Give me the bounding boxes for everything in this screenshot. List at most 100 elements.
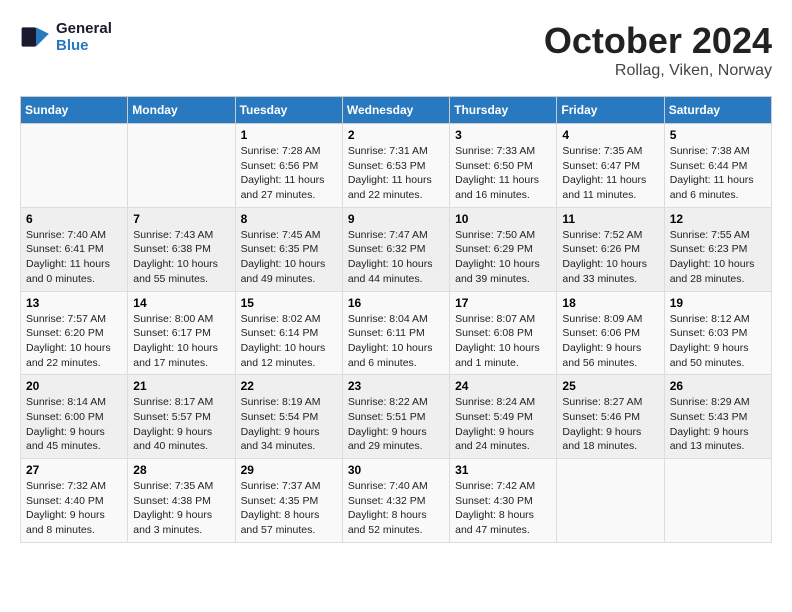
- day-info: Sunrise: 7:40 AM Sunset: 6:41 PM Dayligh…: [26, 228, 122, 287]
- day-info: Sunrise: 7:32 AM Sunset: 4:40 PM Dayligh…: [26, 479, 122, 538]
- day-info: Sunrise: 8:09 AM Sunset: 6:06 PM Dayligh…: [562, 312, 658, 371]
- day-info: Sunrise: 8:02 AM Sunset: 6:14 PM Dayligh…: [241, 312, 337, 371]
- calendar-cell: [128, 124, 235, 208]
- page-header: General Blue October 2024 Rollag, Viken,…: [20, 20, 772, 80]
- week-row-2: 6 Sunrise: 7:40 AM Sunset: 6:41 PM Daylig…: [21, 207, 772, 291]
- calendar-cell: [21, 124, 128, 208]
- calendar-table: SundayMondayTuesdayWednesdayThursdayFrid…: [20, 96, 772, 543]
- week-row-3: 13 Sunrise: 7:57 AM Sunset: 6:20 PM Dayli…: [21, 291, 772, 375]
- day-info: Sunrise: 7:42 AM Sunset: 4:30 PM Dayligh…: [455, 479, 551, 538]
- calendar-cell: 3 Sunrise: 7:33 AM Sunset: 6:50 PM Daylig…: [450, 124, 557, 208]
- header-row: SundayMondayTuesdayWednesdayThursdayFrid…: [21, 97, 772, 124]
- day-number: 22: [241, 379, 337, 393]
- day-number: 31: [455, 463, 551, 477]
- day-number: 19: [670, 296, 766, 310]
- day-number: 6: [26, 212, 122, 226]
- week-row-5: 27 Sunrise: 7:32 AM Sunset: 4:40 PM Dayli…: [21, 459, 772, 543]
- column-header-sunday: Sunday: [21, 97, 128, 124]
- calendar-title: October 2024: [544, 20, 772, 62]
- title-block: October 2024 Rollag, Viken, Norway: [544, 20, 772, 80]
- column-header-thursday: Thursday: [450, 97, 557, 124]
- calendar-cell: 20 Sunrise: 8:14 AM Sunset: 6:00 PM Dayli…: [21, 375, 128, 459]
- calendar-cell: 21 Sunrise: 8:17 AM Sunset: 5:57 PM Dayli…: [128, 375, 235, 459]
- day-info: Sunrise: 7:50 AM Sunset: 6:29 PM Dayligh…: [455, 228, 551, 287]
- day-info: Sunrise: 7:31 AM Sunset: 6:53 PM Dayligh…: [348, 144, 444, 203]
- day-number: 27: [26, 463, 122, 477]
- day-info: Sunrise: 8:04 AM Sunset: 6:11 PM Dayligh…: [348, 312, 444, 371]
- logo-text: General Blue: [56, 20, 112, 54]
- day-number: 21: [133, 379, 229, 393]
- calendar-cell: 16 Sunrise: 8:04 AM Sunset: 6:11 PM Dayli…: [342, 291, 449, 375]
- calendar-cell: 29 Sunrise: 7:37 AM Sunset: 4:35 PM Dayli…: [235, 459, 342, 543]
- day-info: Sunrise: 8:07 AM Sunset: 6:08 PM Dayligh…: [455, 312, 551, 371]
- calendar-cell: 12 Sunrise: 7:55 AM Sunset: 6:23 PM Dayli…: [664, 207, 771, 291]
- calendar-cell: 1Sunrise: 7:28 AM Sunset: 6:56 PM Daylig…: [235, 124, 342, 208]
- day-info: Sunrise: 8:19 AM Sunset: 5:54 PM Dayligh…: [241, 395, 337, 454]
- day-number: 3: [455, 128, 551, 142]
- day-info: Sunrise: 8:17 AM Sunset: 5:57 PM Dayligh…: [133, 395, 229, 454]
- day-info: Sunrise: 7:57 AM Sunset: 6:20 PM Dayligh…: [26, 312, 122, 371]
- day-number: 12: [670, 212, 766, 226]
- calendar-cell: 14 Sunrise: 8:00 AM Sunset: 6:17 PM Dayli…: [128, 291, 235, 375]
- day-info: Sunrise: 8:00 AM Sunset: 6:17 PM Dayligh…: [133, 312, 229, 371]
- day-info: Sunrise: 7:43 AM Sunset: 6:38 PM Dayligh…: [133, 228, 229, 287]
- calendar-cell: 31 Sunrise: 7:42 AM Sunset: 4:30 PM Dayli…: [450, 459, 557, 543]
- day-info: Sunrise: 7:47 AM Sunset: 6:32 PM Dayligh…: [348, 228, 444, 287]
- calendar-cell: 18 Sunrise: 8:09 AM Sunset: 6:06 PM Dayli…: [557, 291, 664, 375]
- day-number: 1: [241, 128, 337, 142]
- day-number: 23: [348, 379, 444, 393]
- day-info: Sunrise: 7:38 AM Sunset: 6:44 PM Dayligh…: [670, 144, 766, 203]
- day-number: 20: [26, 379, 122, 393]
- day-info: Sunrise: 8:14 AM Sunset: 6:00 PM Dayligh…: [26, 395, 122, 454]
- day-number: 14: [133, 296, 229, 310]
- calendar-cell: 7 Sunrise: 7:43 AM Sunset: 6:38 PM Daylig…: [128, 207, 235, 291]
- calendar-cell: 8 Sunrise: 7:45 AM Sunset: 6:35 PM Daylig…: [235, 207, 342, 291]
- day-number: 15: [241, 296, 337, 310]
- day-info: Sunrise: 7:37 AM Sunset: 4:35 PM Dayligh…: [241, 479, 337, 538]
- day-number: 26: [670, 379, 766, 393]
- day-number: 7: [133, 212, 229, 226]
- column-header-saturday: Saturday: [664, 97, 771, 124]
- calendar-cell: 24Sunrise: 8:24 AM Sunset: 5:49 PM Dayli…: [450, 375, 557, 459]
- calendar-cell: 28Sunrise: 7:35 AM Sunset: 4:38 PM Dayli…: [128, 459, 235, 543]
- day-number: 5: [670, 128, 766, 142]
- column-header-monday: Monday: [128, 97, 235, 124]
- calendar-cell: 26Sunrise: 8:29 AM Sunset: 5:43 PM Dayli…: [664, 375, 771, 459]
- calendar-cell: 11Sunrise: 7:52 AM Sunset: 6:26 PM Dayli…: [557, 207, 664, 291]
- day-info: Sunrise: 8:27 AM Sunset: 5:46 PM Dayligh…: [562, 395, 658, 454]
- day-number: 28: [133, 463, 229, 477]
- calendar-cell: 15 Sunrise: 8:02 AM Sunset: 6:14 PM Dayli…: [235, 291, 342, 375]
- day-number: 24: [455, 379, 551, 393]
- day-number: 13: [26, 296, 122, 310]
- column-header-friday: Friday: [557, 97, 664, 124]
- day-info: Sunrise: 7:45 AM Sunset: 6:35 PM Dayligh…: [241, 228, 337, 287]
- day-info: Sunrise: 7:33 AM Sunset: 6:50 PM Dayligh…: [455, 144, 551, 203]
- calendar-cell: 4Sunrise: 7:35 AM Sunset: 6:47 PM Daylig…: [557, 124, 664, 208]
- calendar-cell: 9Sunrise: 7:47 AM Sunset: 6:32 PM Daylig…: [342, 207, 449, 291]
- day-number: 16: [348, 296, 444, 310]
- day-info: Sunrise: 7:55 AM Sunset: 6:23 PM Dayligh…: [670, 228, 766, 287]
- calendar-cell: 25 Sunrise: 8:27 AM Sunset: 5:46 PM Dayli…: [557, 375, 664, 459]
- calendar-cell: 17Sunrise: 8:07 AM Sunset: 6:08 PM Dayli…: [450, 291, 557, 375]
- day-number: 30: [348, 463, 444, 477]
- day-number: 29: [241, 463, 337, 477]
- logo-icon: [20, 21, 52, 53]
- calendar-cell: 5 Sunrise: 7:38 AM Sunset: 6:44 PM Daylig…: [664, 124, 771, 208]
- calendar-cell: 6 Sunrise: 7:40 AM Sunset: 6:41 PM Daylig…: [21, 207, 128, 291]
- column-header-wednesday: Wednesday: [342, 97, 449, 124]
- day-number: 25: [562, 379, 658, 393]
- calendar-cell: 30Sunrise: 7:40 AM Sunset: 4:32 PM Dayli…: [342, 459, 449, 543]
- week-row-4: 20 Sunrise: 8:14 AM Sunset: 6:00 PM Dayli…: [21, 375, 772, 459]
- calendar-cell: 2 Sunrise: 7:31 AM Sunset: 6:53 PM Daylig…: [342, 124, 449, 208]
- calendar-cell: 23Sunrise: 8:22 AM Sunset: 5:51 PM Dayli…: [342, 375, 449, 459]
- day-info: Sunrise: 8:12 AM Sunset: 6:03 PM Dayligh…: [670, 312, 766, 371]
- calendar-cell: [557, 459, 664, 543]
- calendar-subtitle: Rollag, Viken, Norway: [544, 62, 772, 80]
- calendar-cell: 27 Sunrise: 7:32 AM Sunset: 4:40 PM Dayli…: [21, 459, 128, 543]
- day-number: 18: [562, 296, 658, 310]
- day-number: 2: [348, 128, 444, 142]
- day-number: 8: [241, 212, 337, 226]
- calendar-cell: 10Sunrise: 7:50 AM Sunset: 6:29 PM Dayli…: [450, 207, 557, 291]
- day-number: 11: [562, 212, 658, 226]
- week-row-1: 1Sunrise: 7:28 AM Sunset: 6:56 PM Daylig…: [21, 124, 772, 208]
